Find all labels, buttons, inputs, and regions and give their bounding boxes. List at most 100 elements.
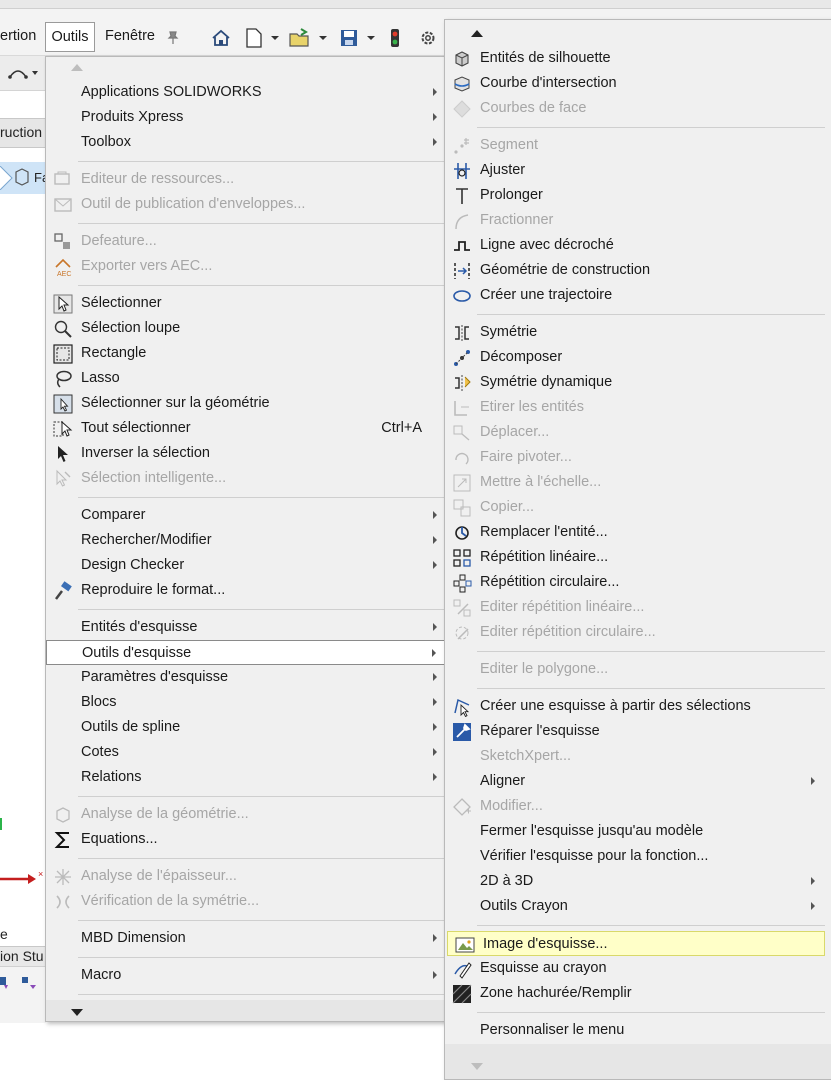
- sketch-menu-item-reparer-l-esquisse[interactable]: Réparer l'esquisse: [445, 719, 831, 744]
- sketch-menu-item-personnaliser-le-menu[interactable]: Personnaliser le menu: [445, 1018, 831, 1043]
- tools-menu-item-tout-selectionner[interactable]: Tout sélectionner Ctrl+A: [46, 416, 446, 441]
- sketch-menu-item-image-d-esquisse[interactable]: Image d'esquisse...: [447, 931, 825, 956]
- sketch-menu-item-2d-a-3d[interactable]: 2D à 3D: [445, 869, 831, 894]
- tools-menu-item-relations[interactable]: Relations: [46, 765, 446, 790]
- sketch-menu-item-fermer-l-esquisse-jusqu-au-modele[interactable]: Fermer l'esquisse jusqu'au modèle: [445, 819, 831, 844]
- sketch-menu-item-decomposer[interactable]: Décomposer: [445, 345, 831, 370]
- tools-menu-item-entites-d-esquisse[interactable]: Entités d'esquisse: [46, 615, 446, 640]
- chevron-down-icon[interactable]: [318, 28, 328, 48]
- sketch-menu-item-repetition-circulaire[interactable]: Répétition circulaire...: [445, 570, 831, 595]
- sketch-menu-item-ligne-avec-decroche[interactable]: Ligne avec décroché: [445, 233, 831, 258]
- sketch-menu-item-verifier-l-esquisse-pour-la-fonction[interactable]: Vérifier l'esquisse pour la fonction...: [445, 844, 831, 869]
- tools-menu-item-outils-d-esquisse[interactable]: Outils d'esquisse: [46, 640, 446, 665]
- geometry-analysis-icon: [53, 805, 73, 825]
- tools-menu-item-outils-de-spline[interactable]: Outils de spline: [46, 715, 446, 740]
- open-folder-icon[interactable]: [288, 28, 312, 48]
- tools-menu-item-selection-loupe[interactable]: Sélection loupe: [46, 316, 446, 341]
- save-icon[interactable]: [338, 28, 360, 48]
- tools-menu-item-rectangle[interactable]: Rectangle: [46, 341, 446, 366]
- make-path-icon: [452, 286, 472, 306]
- tools-menu-item-cotes[interactable]: Cotes: [46, 740, 446, 765]
- tools-menu-item-toolbox[interactable]: Toolbox: [46, 130, 446, 155]
- tools-menu-item-macro[interactable]: Macro: [46, 963, 446, 988]
- sketch-menu-item-label: Image d'esquisse...: [483, 936, 608, 952]
- window-top-border: [0, 0, 831, 9]
- sketch-menu-item-entites-de-silhouette[interactable]: Entités de silhouette: [445, 46, 831, 71]
- submenu-arrow-icon: [432, 649, 436, 657]
- sketch-menu-item-prolonger[interactable]: Prolonger: [445, 183, 831, 208]
- tools-menu-item-blocs[interactable]: Blocs: [46, 690, 446, 715]
- tools-menu-item-exporter-vers-aec: AEC Exporter vers AEC...: [46, 254, 446, 279]
- menu-scroll-up-icon[interactable]: [471, 30, 483, 37]
- tools-menu-item-lasso[interactable]: Lasso: [46, 366, 446, 391]
- new-document-icon[interactable]: [244, 28, 264, 48]
- tools-menu-item-inverser-la-selection[interactable]: Inverser la sélection: [46, 441, 446, 466]
- tools-menu-item-design-checker[interactable]: Design Checker: [46, 553, 446, 578]
- sketch-menu-item-etirer-les-entites: Etirer les entités: [445, 395, 831, 420]
- chevron-down-icon[interactable]: [366, 28, 376, 48]
- sketch-menu-item-geometrie-de-construction[interactable]: Géométrie de construction: [445, 258, 831, 283]
- tools-menu-item-label: Reproduire le format...: [81, 582, 226, 598]
- sketch-menu-item-creer-une-trajectoire[interactable]: Créer une trajectoire: [445, 283, 831, 308]
- origin-x-axis-icon: ×: [0, 869, 46, 890]
- tools-menu-item-comparer[interactable]: Comparer: [46, 503, 446, 528]
- tools-menu-item-label: Blocs: [81, 694, 117, 710]
- sketch-menu-item-ajuster[interactable]: Ajuster: [445, 158, 831, 183]
- silhouette-entities-icon: [452, 49, 472, 69]
- sketch-menu-item-symetrie[interactable]: Symétrie: [445, 320, 831, 345]
- sketch-menu-item-creer-une-esquisse-a-partir-des-selections[interactable]: Créer une esquisse à partir des sélectio…: [445, 694, 831, 719]
- hatch-fill-icon: [452, 984, 472, 1004]
- tools-menu-item-applications-solidworks[interactable]: Applications SOLIDWORKS: [46, 80, 446, 105]
- menu-fenetre[interactable]: Fenêtre: [105, 26, 155, 46]
- sketch-menu-item-repetition-lineaire[interactable]: Répétition linéaire...: [445, 545, 831, 570]
- tools-menu-item-analyse-de-l-epaisseur: Analyse de l'épaisseur...: [46, 864, 446, 889]
- tools-menu-item-label: Sélectionner: [81, 295, 162, 311]
- sigma-icon: [53, 830, 73, 850]
- sketch-menu-item-label: Editer répétition linéaire...: [480, 599, 645, 615]
- tools-menu-item-selectionner[interactable]: Sélectionner: [46, 291, 446, 316]
- sketch-menu-item-label: Editer le polygone...: [480, 661, 609, 677]
- submenu-arrow-icon: [433, 971, 437, 979]
- sketch-menu-item-courbe-d-intersection[interactable]: Courbe d'intersection: [445, 71, 831, 96]
- submenu-arrow-icon: [433, 511, 437, 519]
- menu-scroll-down-icon[interactable]: [471, 1063, 483, 1070]
- feature-tree-selected-item[interactable]: Fa: [0, 162, 49, 194]
- filter-icon[interactable]: [0, 975, 44, 995]
- sketch-menu-item-zone-hachuree-remplir[interactable]: Zone hachurée/Remplir: [445, 981, 831, 1006]
- sketch-arc-icon[interactable]: [8, 65, 38, 85]
- jog-line-icon: [452, 236, 472, 256]
- menu-scroll-down-icon[interactable]: [71, 1009, 83, 1016]
- construction-tab-text[interactable]: ruction: [0, 124, 46, 140]
- left-pane-text: e: [0, 926, 8, 942]
- chevron-down-icon[interactable]: [270, 28, 280, 48]
- sketch-menu-item-remplacer-l-entite[interactable]: Remplacer l'entité...: [445, 520, 831, 545]
- sketch-menu-item-symetrie-dynamique[interactable]: Symétrie dynamique: [445, 370, 831, 395]
- tools-menu-item-selectionner-sur-la-geometrie[interactable]: Sélectionner sur la géométrie: [46, 391, 446, 416]
- format-painter-icon: [53, 581, 73, 601]
- tools-menu-item-parametres-d-esquisse[interactable]: Paramètres d'esquisse: [46, 665, 446, 690]
- tools-menu-item-mbd-dimension[interactable]: MBD Dimension: [46, 926, 446, 951]
- motion-study-tab[interactable]: ion Stu: [0, 948, 46, 964]
- menu-separator: [78, 796, 444, 797]
- tools-menu-item-equations[interactable]: Equations...: [46, 827, 446, 852]
- tools-menu-item-produits-xpress[interactable]: Produits Xpress: [46, 105, 446, 130]
- tools-menu-item-label: Sélection loupe: [81, 320, 181, 336]
- home-icon[interactable]: [210, 28, 232, 48]
- tools-menu-item-label: Analyse de la géométrie...: [81, 806, 249, 822]
- submenu-arrow-icon: [433, 748, 437, 756]
- tools-menu-item-label: Sélectionner sur la géométrie: [81, 395, 270, 411]
- menu-separator: [78, 994, 444, 995]
- menu-outils[interactable]: Outils: [45, 22, 95, 52]
- pin-icon[interactable]: [164, 28, 182, 48]
- menu-insertion[interactable]: ertion: [0, 26, 36, 46]
- explode-icon: [452, 348, 472, 368]
- gear-icon[interactable]: [418, 28, 438, 48]
- command-manager-strip: [0, 56, 46, 91]
- tools-menu-item-rechercher-modifier[interactable]: Rechercher/Modifier: [46, 528, 446, 553]
- rebuild-traffic-light-icon[interactable]: [386, 28, 404, 48]
- sketch-menu-item-aligner[interactable]: Aligner: [445, 769, 831, 794]
- menu-scroll-up-icon[interactable]: [71, 64, 83, 71]
- tools-menu-item-reproduire-le-format[interactable]: Reproduire le format...: [46, 578, 446, 603]
- sketch-menu-item-outils-crayon[interactable]: Outils Crayon: [445, 894, 831, 919]
- sketch-menu-item-esquisse-au-crayon[interactable]: Esquisse au crayon: [445, 956, 831, 981]
